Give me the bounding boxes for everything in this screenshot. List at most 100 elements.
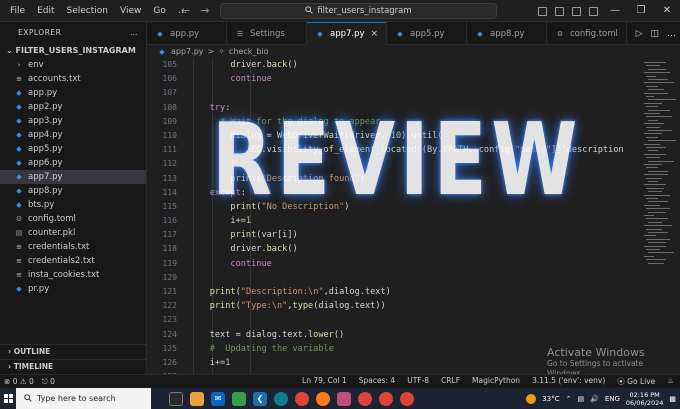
- split-editor-icon[interactable]: ◫: [650, 29, 659, 39]
- tab-settings[interactable]: ☰ Settings: [227, 22, 307, 45]
- file-item[interactable]: ◆ app6.py: [0, 156, 146, 170]
- go-live-button[interactable]: ⦿ Go Live: [617, 376, 655, 387]
- firefox-icon[interactable]: [316, 391, 330, 406]
- minimap-line: [648, 130, 672, 131]
- toggle-panel-icon[interactable]: [555, 6, 564, 16]
- chrome-icon[interactable]: [358, 391, 372, 406]
- file-item[interactable]: ⚙ config.toml: [0, 212, 146, 226]
- python-interpreter[interactable]: 3.11.5 ('env': venv): [532, 376, 605, 387]
- menu-edit[interactable]: Edit: [31, 0, 60, 22]
- tab-app5-py[interactable]: ◆ app5.py: [387, 22, 467, 45]
- chrome-icon[interactable]: [379, 391, 393, 406]
- maps-icon[interactable]: [232, 391, 246, 406]
- app-icon[interactable]: [337, 391, 351, 406]
- tab-app-py[interactable]: ◆ app.py: [147, 22, 227, 45]
- language-mode[interactable]: MagicPython: [472, 376, 520, 387]
- vscode-icon[interactable]: ❮: [253, 391, 267, 406]
- weather-temperature[interactable]: 33°C: [542, 395, 559, 403]
- taskbar-search[interactable]: Type here to search: [16, 388, 151, 409]
- timeline-section[interactable]: › TIMELINE: [0, 359, 147, 373]
- file-item[interactable]: ≡ credentials.txt: [0, 240, 146, 254]
- volume-icon[interactable]: 🔊: [590, 395, 599, 403]
- minimize-icon[interactable]: —: [602, 0, 628, 22]
- python-file-icon: ◆: [16, 117, 22, 125]
- minimap[interactable]: [640, 58, 680, 374]
- run-icon[interactable]: ▷: [636, 29, 643, 39]
- minimap-line: [644, 102, 662, 104]
- menu-view[interactable]: View: [114, 0, 147, 22]
- status-right: Ln 79, Col 1 Spaces: 4 UTF-8 CRLF MagicP…: [302, 376, 674, 387]
- file-item[interactable]: ◆ app7.py: [0, 170, 146, 184]
- minimap-line: [648, 252, 674, 254]
- python-file-icon: ◆: [16, 103, 22, 111]
- close-icon[interactable]: ✕: [654, 0, 680, 22]
- root-folder-label: FILTER_USERS_INSTAGRAM: [15, 46, 136, 55]
- file-item[interactable]: ▤ counter.pkl: [0, 226, 146, 240]
- file-item[interactable]: ◆ pr.py: [0, 282, 146, 296]
- command-center-search[interactable]: filter_users_instagram: [220, 3, 497, 19]
- file-item[interactable]: ◆ app.py: [0, 86, 146, 100]
- encoding[interactable]: UTF-8: [407, 376, 429, 387]
- forward-arrow-icon[interactable]: →: [200, 4, 209, 17]
- network-icon[interactable]: ▤: [577, 395, 584, 403]
- file-explorer-icon[interactable]: [190, 391, 204, 406]
- problems-indicator[interactable]: ⊗ 0 ⚠ 0: [4, 377, 34, 387]
- file-item[interactable]: ◆ app8.py: [0, 184, 146, 198]
- close-tab-icon[interactable]: ×: [370, 29, 378, 39]
- file-item[interactable]: ◆ bts.py: [0, 198, 146, 212]
- explorer-more-icon[interactable]: …: [130, 22, 138, 44]
- editor-tabs: ◆ app.py ☰ Settings ◆ app7.py × ◆ app5.p…: [147, 22, 680, 45]
- mail-icon[interactable]: ✉: [211, 391, 225, 406]
- ports-indicator[interactable]: ⎋ 0: [42, 377, 55, 387]
- file-item[interactable]: ◆ app4.py: [0, 128, 146, 142]
- menu-go[interactable]: Go: [147, 0, 171, 22]
- task-view-icon[interactable]: [169, 391, 183, 406]
- customize-layout-icon[interactable]: [589, 6, 598, 16]
- tab-label: app.py: [170, 28, 200, 39]
- tab-app8-py[interactable]: ◆ app8.py: [467, 22, 547, 45]
- breadcrumb-symbol[interactable]: check_bio: [229, 47, 269, 56]
- minimap-line: [644, 113, 660, 114]
- line-number: 126: [162, 357, 177, 367]
- breadcrumb-file[interactable]: app7.py: [171, 47, 204, 56]
- menu-file[interactable]: File: [4, 0, 31, 22]
- notification-center-icon[interactable]: ▩: [669, 395, 676, 403]
- edge-icon[interactable]: [274, 391, 288, 406]
- code-line: text = dialog.text.lower(): [189, 329, 345, 340]
- file-item[interactable]: ◆ app2.py: [0, 100, 146, 114]
- notifications-bell-icon[interactable]: ♨: [667, 376, 674, 387]
- line-number: 111: [162, 145, 177, 155]
- file-item-label: pr.py: [28, 284, 50, 294]
- chrome-icon[interactable]: [295, 391, 309, 406]
- python-file-icon: ◆: [159, 47, 165, 56]
- chrome-icon[interactable]: [400, 391, 414, 406]
- line-endings[interactable]: CRLF: [441, 376, 460, 387]
- tab-config-toml[interactable]: ⚙ config.toml: [547, 22, 627, 45]
- outline-section[interactable]: › OUTLINE: [0, 344, 147, 358]
- chevron-up-icon[interactable]: ⌃: [566, 395, 572, 403]
- file-item[interactable]: ◆ app5.py: [0, 142, 146, 156]
- file-item[interactable]: ≡ accounts.txt: [0, 72, 146, 86]
- input-language[interactable]: ENG: [605, 395, 620, 403]
- back-arrow-icon[interactable]: ←: [181, 4, 190, 17]
- clock[interactable]: 02:16 PM 06/06/2024: [626, 391, 663, 407]
- restore-icon[interactable]: ❐: [628, 0, 654, 22]
- more-actions-icon[interactable]: …: [667, 29, 676, 39]
- file-item[interactable]: › env: [0, 58, 146, 72]
- chevron-right-icon: ›: [8, 362, 12, 371]
- file-item[interactable]: ≡ insta_cookies.txt: [0, 268, 146, 282]
- start-button[interactable]: [0, 388, 16, 409]
- file-item[interactable]: ≡ credentials2.txt: [0, 254, 146, 268]
- file-item-label: insta_cookies.txt: [28, 270, 100, 280]
- toggle-secondary-sidebar-icon[interactable]: [572, 6, 581, 16]
- toggle-primary-sidebar-icon[interactable]: [538, 6, 547, 16]
- explorer-title: EXPLORER: [18, 28, 62, 37]
- indentation[interactable]: Spaces: 4: [359, 376, 395, 387]
- menu-selection[interactable]: Selection: [61, 0, 114, 22]
- minimap-line: [646, 249, 660, 250]
- tab-app7-py[interactable]: ◆ app7.py ×: [307, 22, 387, 45]
- cursor-position[interactable]: Ln 79, Col 1: [302, 376, 347, 387]
- file-item[interactable]: ◆ app3.py: [0, 114, 146, 128]
- tab-label: app7.py: [330, 29, 365, 39]
- root-folder[interactable]: ⌄ FILTER_USERS_INSTAGRAM: [0, 44, 146, 58]
